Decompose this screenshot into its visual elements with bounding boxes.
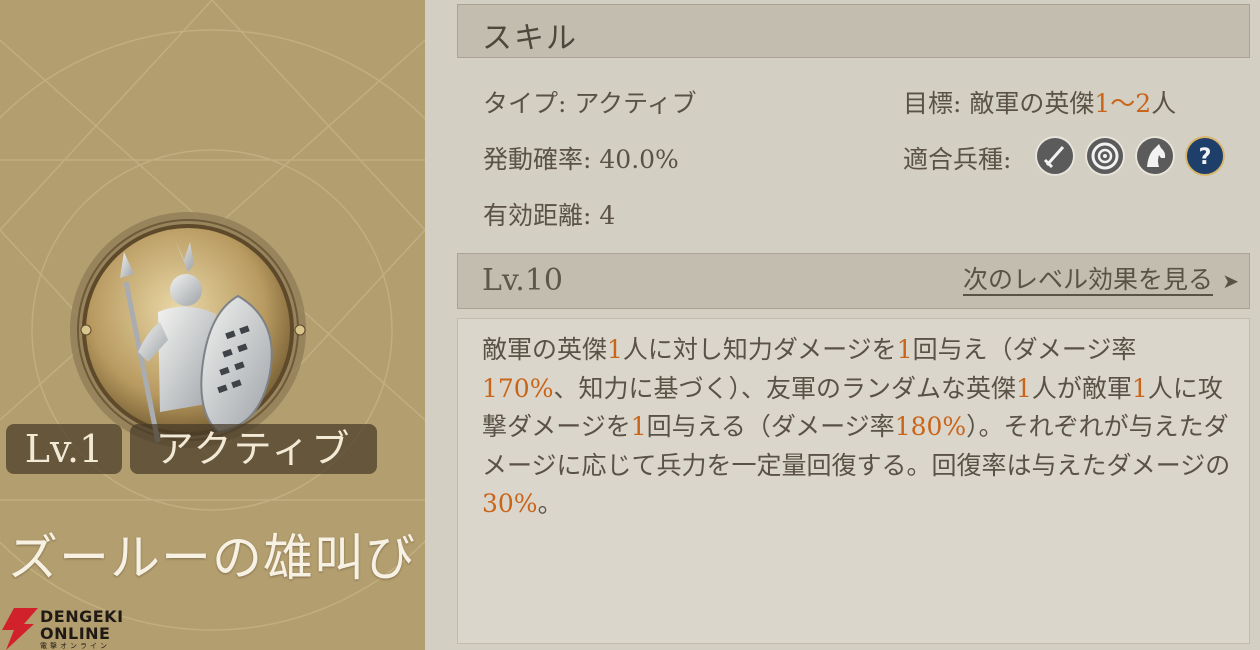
- next-level-link[interactable]: 次のレベル効果を見る: [962, 266, 1213, 296]
- desc-text-3: 回与え（ダメージ率: [912, 335, 1137, 364]
- skill-range-row: 有効距離: 4: [483, 196, 615, 232]
- skill-type-row: タイプ: アクティブ: [483, 84, 697, 120]
- skill-description: 敵軍の英傑1人に対し知力ダメージを1回与え（ダメージ率170%、知力に基づく）、…: [482, 331, 1232, 524]
- type-value: アクティブ: [574, 89, 697, 118]
- lightning-logo-icon: [2, 608, 38, 650]
- desc-highlight-2: 1: [896, 335, 913, 364]
- skill-header-bar: スキル: [457, 4, 1250, 58]
- desc-highlight-7: 180%: [894, 412, 967, 441]
- desc-highlight-8: 30%: [482, 489, 538, 518]
- watermark-line3: 電撃オンライン: [40, 642, 110, 650]
- troop-label: 適合兵種:: [903, 145, 1012, 174]
- desc-text-9: 。: [537, 489, 563, 518]
- desc-highlight-1: 1: [607, 335, 623, 364]
- question-icon[interactable]: ?: [1185, 136, 1225, 176]
- skill-detail-panel: スキル タイプ: アクティブ 目標: 敵軍の英傑1～2人 発動確率: 40.0%…: [425, 0, 1260, 650]
- arrow-right-icon[interactable]: ➤: [1222, 269, 1239, 293]
- bow-target-icon: [1085, 136, 1125, 176]
- desc-highlight-6: 1: [630, 412, 647, 441]
- desc-text-1: 敵軍の英傑: [482, 335, 608, 364]
- desc-highlight-3: 170%: [482, 373, 554, 403]
- card-type-badge: アクティブ: [130, 424, 377, 474]
- level-bar: Lv.10 次のレベル効果を見る ➤: [457, 253, 1250, 309]
- zulu-warrior-icon: [70, 212, 306, 448]
- rate-value: 40.0%: [599, 145, 679, 174]
- desc-highlight-5: 1: [1131, 373, 1148, 403]
- skill-rate-row: 発動確率: 40.0%: [483, 140, 679, 176]
- target-range: 1～2: [1094, 89, 1152, 118]
- skill-level-label: Lv.10: [482, 263, 564, 298]
- skill-name: ズールーの雄叫び: [8, 529, 416, 587]
- target-prefix: 敵軍の英傑: [969, 89, 1095, 118]
- skill-header-title: スキル: [482, 21, 578, 56]
- card-level-badge: Lv.1: [6, 424, 122, 474]
- type-label: タイプ:: [483, 89, 567, 118]
- desc-text-5: 人が敵軍: [1031, 373, 1132, 403]
- skill-target-row: 目標: 敵軍の英傑1～2人: [903, 84, 1176, 120]
- cavalry-horse-icon: [1135, 136, 1175, 176]
- desc-text-7: 回与える（ダメージ率: [646, 412, 895, 441]
- skill-card: Lv.1 アクティブ ズールーの雄叫び DENGEKI ONLINE 電撃オンラ…: [0, 0, 425, 650]
- desc-text-4: 、知力に基づく）、友軍のランダムな英傑: [553, 373, 1016, 403]
- range-value: 4: [599, 201, 616, 230]
- sword-icon: [1035, 136, 1075, 176]
- rate-label: 発動確率:: [483, 145, 592, 174]
- dengeki-online-watermark: DENGEKI ONLINE 電撃オンライン: [0, 604, 130, 650]
- skill-description-box: 敵軍の英傑1人に対し知力ダメージを1回与え（ダメージ率170%、知力に基づく）、…: [457, 318, 1250, 644]
- range-label: 有効距離:: [483, 201, 592, 230]
- svg-text:?: ?: [1199, 145, 1212, 170]
- desc-highlight-4: 1: [1016, 373, 1032, 403]
- target-suffix: 人: [1151, 89, 1177, 118]
- desc-text-2: 人に対し知力ダメージを: [622, 335, 897, 364]
- target-label: 目標:: [903, 89, 962, 118]
